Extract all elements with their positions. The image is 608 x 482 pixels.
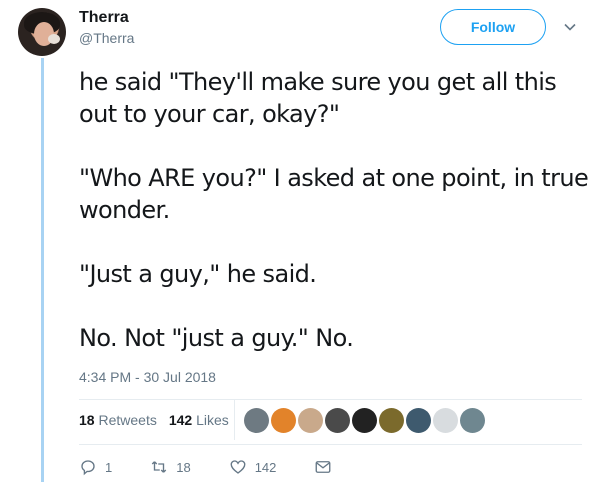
liker-avatar[interactable] (352, 408, 377, 433)
likes-stat[interactable]: 142 Likes (169, 412, 229, 428)
tweet-actions: 1 18 142 (79, 458, 332, 476)
tweet-stats: 18 Retweets 142 Likes (79, 412, 229, 428)
reply-icon (81, 460, 95, 476)
liker-avatar[interactable] (325, 408, 350, 433)
author-handle[interactable]: @Therra (79, 30, 134, 46)
liker-avatar[interactable] (433, 408, 458, 433)
liker-avatar[interactable] (460, 408, 485, 433)
tweet-paragraph: "Who ARE you?" I asked at one point, in … (79, 164, 589, 224)
chevron-down-icon[interactable] (563, 20, 577, 34)
tweet-timestamp[interactable]: 4:34 PM - 30 Jul 2018 (79, 369, 216, 385)
envelope-icon (315, 461, 331, 473)
retweet-icon (152, 461, 167, 473)
likes-label: Likes (196, 412, 229, 428)
likes-count: 142 (168, 412, 193, 428)
retweet-button[interactable]: 18 (150, 458, 191, 476)
follow-button[interactable]: Follow (440, 9, 546, 45)
liker-avatar[interactable] (298, 408, 323, 433)
liker-avatar[interactable] (406, 408, 431, 433)
liker-avatar[interactable] (244, 408, 269, 433)
heart-icon (230, 460, 246, 474)
direct-message-button[interactable] (314, 458, 332, 476)
likers-avatars (244, 408, 485, 433)
avatar[interactable] (18, 8, 66, 56)
thread-line (41, 58, 44, 482)
divider (79, 444, 582, 445)
tweet-text: he said "They'll make sure you get all t… (79, 66, 594, 386)
reply-button[interactable]: 1 (79, 458, 112, 476)
divider (79, 399, 582, 400)
liker-avatar[interactable] (271, 408, 296, 433)
retweets-count: 18 (79, 412, 95, 428)
retweets-stat[interactable]: 18 Retweets (79, 412, 157, 428)
divider (234, 400, 235, 440)
retweets-label: Retweets (98, 412, 157, 428)
reply-count: 1 (105, 459, 113, 475)
like-button[interactable]: 142 (229, 458, 277, 476)
like-count: 142 (254, 459, 277, 475)
tweet-paragraph: he said "They'll make sure you get all t… (79, 68, 557, 128)
tweet-paragraph: No. Not "just a guy." No. (79, 324, 354, 352)
tweet-paragraph: "Just a guy," he said. (79, 260, 317, 288)
liker-avatar[interactable] (379, 408, 404, 433)
author-name[interactable]: Therra (79, 9, 129, 27)
retweet-count: 18 (176, 459, 191, 475)
